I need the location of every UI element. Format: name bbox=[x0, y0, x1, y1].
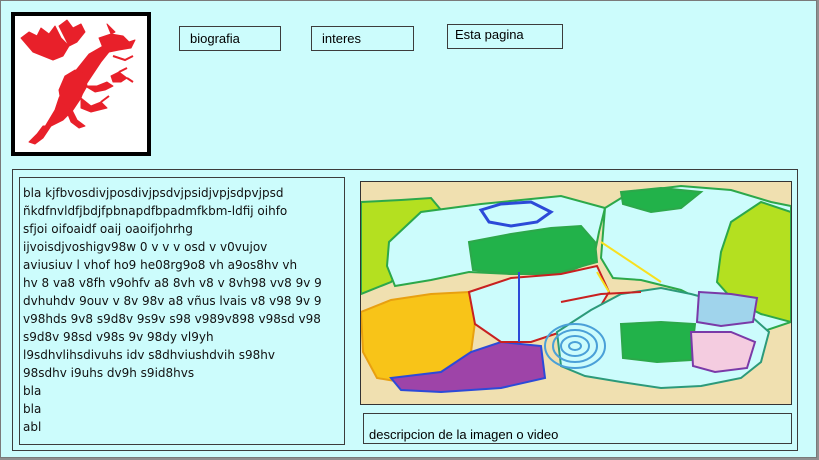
dragon-icon bbox=[20, 19, 136, 145]
text-line: dvhuhdv 9ouv v 8v 98v a8 vñus lvais v8 v… bbox=[23, 294, 322, 308]
page: biografia interes Esta pagina bla kjfbvo… bbox=[0, 0, 817, 458]
text-line: v98hds 9v8 s9d8v 9s9v s98 v989v898 v98sd… bbox=[23, 312, 321, 326]
abstract-painting-icon bbox=[361, 182, 791, 404]
text-panel: bla kjfbvosdivjposdivjpsdvjpsidjvpjsdpvj… bbox=[19, 177, 345, 445]
text-line: ñkdfnvldfjbdjfpbnapdfbpadmfkbm-ldfij oih… bbox=[23, 204, 288, 218]
media-image[interactable] bbox=[360, 181, 792, 405]
text-line: abl bbox=[23, 420, 42, 434]
text-line: bla bbox=[23, 402, 42, 416]
text-line: 98sdhv i9uhs dv9h s9id8hvs bbox=[23, 366, 195, 380]
text-line: hv 8 va8 v8fh v9ohfv a8 8vh v8 v 8vh98 v… bbox=[23, 276, 322, 290]
text-line: bla bbox=[23, 384, 42, 398]
media-caption: descripcion de la imagen o video bbox=[363, 413, 792, 444]
logo[interactable] bbox=[11, 12, 151, 156]
nav-intereses-button[interactable]: interes bbox=[311, 26, 414, 51]
text-line: bla kjfbvosdivjposdivjpsdvjpsidjvpjsdpvj… bbox=[23, 186, 284, 200]
nav-biografia-button[interactable]: biografia bbox=[179, 26, 281, 51]
text-line: sfjoi oifoaidf oaij oaoifjohrhg bbox=[23, 222, 193, 236]
text-line: ijvoisdjvoshigv98w 0 v v v osd v v0vujov bbox=[23, 240, 268, 254]
nav-esta-pagina-button[interactable]: Esta pagina bbox=[447, 24, 563, 49]
text-line: aviusiuv l vhof ho9 he08rg9o8 vh a9os8hv… bbox=[23, 258, 298, 272]
text-line: l9sdhvlihsdivuhs idv s8dhviushdvih s98hv bbox=[23, 348, 275, 362]
text-line: s9d8v 98sd v98s 9v 98dy vl9yh bbox=[23, 330, 214, 344]
